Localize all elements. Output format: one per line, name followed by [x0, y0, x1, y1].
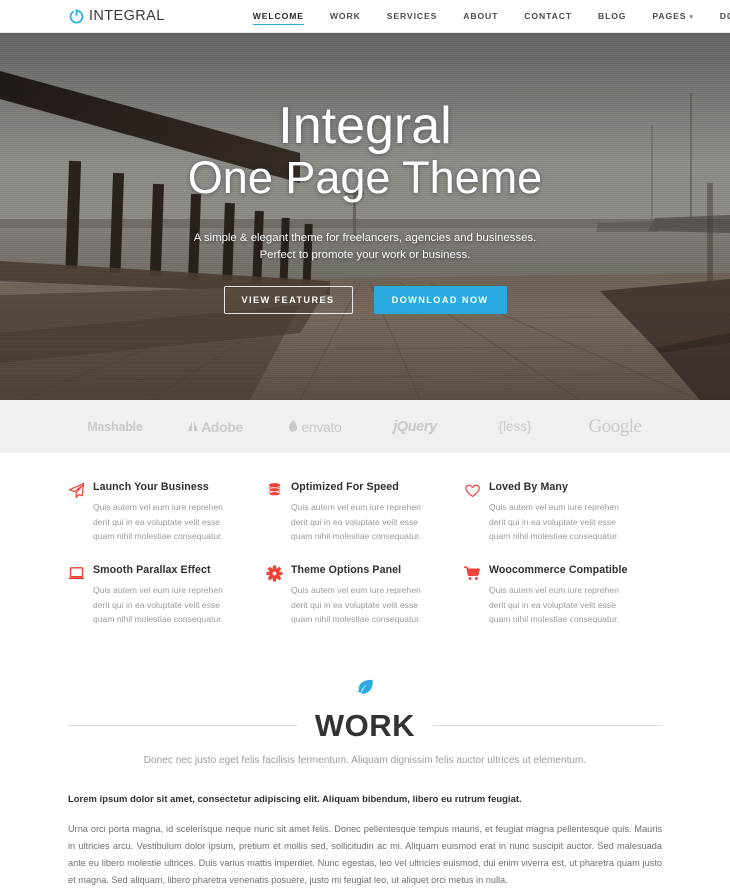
power-icon	[68, 8, 85, 25]
nav-item-contact[interactable]: CONTACT	[511, 7, 585, 25]
feature-title: Launch Your Business	[93, 481, 209, 493]
feature-title: Theme Options Panel	[290, 564, 402, 577]
adobe-mark-icon	[187, 419, 199, 435]
nav-item-welcome[interactable]: WELCOME	[240, 7, 317, 25]
brand-adobe-label: Adobe	[201, 418, 243, 435]
feature-launch-your-business: Launch Your Business Quis autem vel eum …	[68, 481, 266, 564]
database-icon	[266, 482, 283, 499]
work-description: Donec nec justo eget felis facilisis fer…	[143, 755, 587, 767]
brand-adobe[interactable]: Adobe	[165, 419, 265, 435]
feature-text: Quis autem vel eum iure reprehen derit q…	[290, 584, 421, 625]
copy-paragraph-1: Urna orci porta magna, id scelerisque ne…	[68, 824, 662, 885]
features-row-1: Launch Your Business Quis autem vel eum …	[68, 481, 662, 564]
brand-jquery[interactable]: jQuery	[365, 419, 465, 435]
feature-title: Loved By Many	[488, 481, 568, 493]
laptop-icon	[68, 565, 85, 582]
main-nav: WELCOME WORK SERVICES ABOUT CONTACT BLOG…	[240, 7, 730, 25]
rule-left	[68, 725, 297, 727]
hero-title: Integral	[278, 97, 452, 155]
feature-text: Quis autem vel eum iure reprehen derit q…	[93, 584, 223, 625]
work-section-header: WORK Donec nec justo eget felis facilisi…	[0, 647, 730, 766]
nav-item-work[interactable]: WORK	[317, 7, 374, 25]
feature-title: Woocommerce Compatible	[488, 564, 628, 577]
gear-icon	[266, 565, 283, 582]
copy-lead: Lorem ipsum dolor sit amet, consectetur …	[68, 793, 522, 805]
logo-text: INTEGRAL	[89, 8, 165, 24]
feature-title: Optimized For Speed	[290, 481, 399, 493]
chevron-down-icon: ▾	[689, 13, 694, 21]
feature-text: Quis autem vel eum iure reprehen derit q…	[488, 584, 619, 625]
envato-mark-icon	[288, 419, 299, 435]
paper-plane-icon	[68, 482, 85, 499]
nav-item-pages-label: PAGES	[652, 11, 687, 21]
site-header: INTEGRAL WELCOME WORK SERVICES ABOUT CON…	[0, 0, 730, 33]
rule-right	[433, 725, 662, 727]
nav-item-about[interactable]: ABOUT	[450, 7, 511, 25]
work-title-row: WORK	[0, 710, 730, 741]
nav-item-pages[interactable]: PAGES ▾	[639, 7, 706, 25]
hero-subtitle: One Page Theme	[187, 152, 543, 204]
nav-item-services[interactable]: SERVICES	[374, 7, 451, 25]
view-features-button[interactable]: VIEW FEATURES	[223, 286, 353, 315]
feature-woocommerce-compatible: Woocommerce Compatible Quis autem vel eu…	[463, 564, 662, 647]
shopping-cart-icon	[463, 565, 481, 582]
feature-optimized-for-speed: Optimized For Speed Quis autem vel eum i…	[266, 481, 464, 564]
brand-mashable[interactable]: Mashable	[65, 420, 165, 434]
hero-section: Integral One Page Theme A simple & elega…	[0, 33, 730, 400]
feature-loved-by-many: Loved By Many Quis autem vel eum iure re…	[464, 481, 662, 564]
brand-envato-label: envato	[301, 418, 342, 435]
leaf-icon	[356, 679, 374, 695]
feature-text: Quis autem vel eum iure reprehen derit q…	[93, 501, 223, 542]
heart-icon	[464, 482, 481, 499]
nav-item-download[interactable]: DOWNLOAD	[707, 7, 730, 25]
feature-text: Quis autem vel eum iure reprehen derit q…	[290, 501, 421, 542]
download-now-button[interactable]: DOWNLOAD NOW	[373, 286, 507, 315]
site-logo[interactable]: INTEGRAL	[68, 8, 165, 25]
work-title: WORK	[314, 708, 416, 744]
nav-item-blog[interactable]: BLOG	[585, 7, 639, 25]
work-copy: Lorem ipsum dolor sit amet, consectetur …	[0, 766, 730, 891]
features-row-2: Smooth Parallax Effect Quis autem vel eu…	[68, 564, 662, 647]
brand-google[interactable]: Google	[565, 416, 665, 438]
feature-title: Smooth Parallax Effect	[93, 564, 211, 577]
hero-description-line-1: A simple & elegant theme for freelancers…	[193, 231, 537, 244]
brand-less[interactable]: {less}	[465, 419, 565, 434]
hero-description-line-2: Perfect to promote your work or business…	[259, 248, 471, 261]
feature-smooth-parallax-effect: Smooth Parallax Effect Quis autem vel eu…	[68, 564, 266, 647]
brand-envato[interactable]: envato	[265, 419, 365, 435]
feature-theme-options-panel: Theme Options Panel Quis autem vel eum i…	[266, 564, 464, 647]
feature-text: Quis autem vel eum iure reprehen derit q…	[488, 501, 619, 542]
hero-buttons: VIEW FEATURES DOWNLOAD NOW	[0, 286, 730, 315]
brand-logos-strip: Mashable Adobe envato jQuery {less} Goog…	[0, 400, 730, 453]
features-section: Launch Your Business Quis autem vel eum …	[0, 453, 730, 647]
